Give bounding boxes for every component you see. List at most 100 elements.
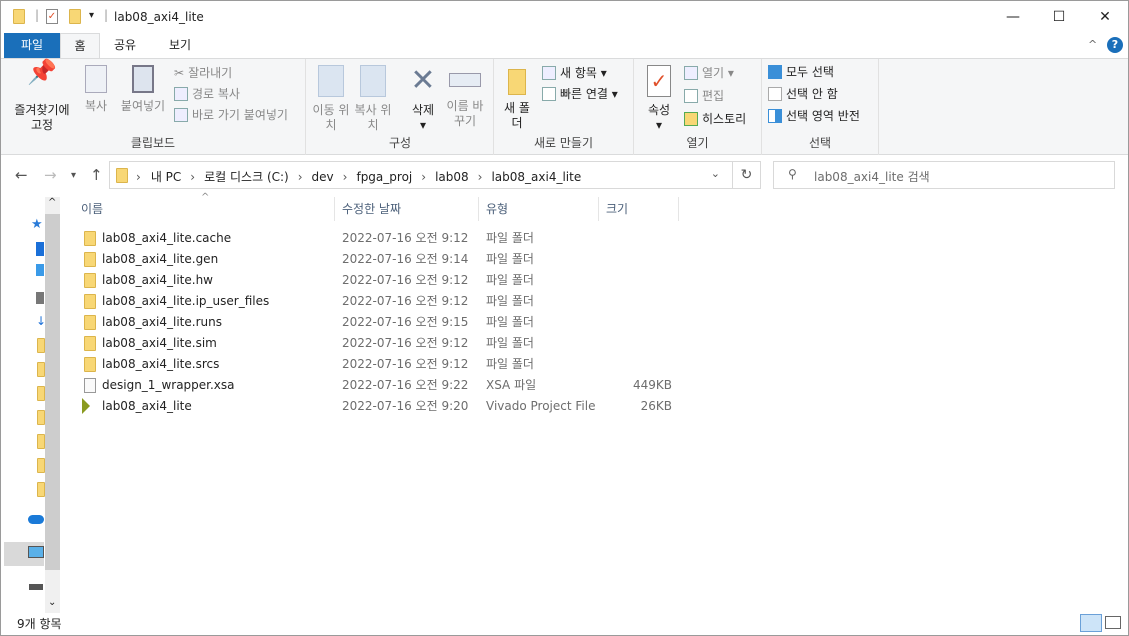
group-clipboard: 📌 즐겨찾기에 고정 복사 붙여넣기 ✂ 잘라내기 경로 복사 바로 가기 붙여넣기… [1, 59, 306, 155]
file-type: 파일 폴더 [486, 231, 534, 245]
folder-icon[interactable] [37, 362, 45, 377]
chevron-right-icon[interactable]: › [478, 170, 483, 184]
file-row[interactable]: lab08_axi4_lite.srcs 2022-07-16 오전 9:12 … [79, 354, 679, 375]
move-to-button[interactable]: 이동 위치 [311, 59, 351, 133]
chevron-right-icon[interactable]: › [298, 170, 303, 184]
folder-icon[interactable] [37, 338, 45, 353]
properties-button[interactable]: ✓ 속성 ▾ [640, 59, 678, 133]
open-button[interactable]: 열기 ▾ [684, 63, 734, 83]
file-row[interactable]: lab08_axi4_lite 2022-07-16 오전 9:20 Vivad… [79, 396, 679, 417]
file-row[interactable]: lab08_axi4_lite.hw 2022-07-16 오전 9:12 파일… [79, 270, 679, 291]
chevron-right-icon[interactable]: › [343, 170, 348, 184]
select-all-button[interactable]: 모두 선택 [768, 62, 834, 82]
scrollbar-thumb[interactable] [45, 214, 60, 570]
rename-button[interactable]: 이름 바꾸기 [445, 59, 485, 129]
refresh-button[interactable]: ↻ [733, 161, 761, 189]
new-folder-icon[interactable] [69, 9, 81, 24]
divider: | [35, 8, 40, 22]
address-bar[interactable]: › 내 PC › 로컬 디스크 (C:) › dev › fpga_proj › lab08 › la… [109, 161, 733, 189]
scrollbar[interactable]: ^ ⌄ [45, 197, 60, 613]
file-row[interactable]: lab08_axi4_lite.runs 2022-07-16 오전 9:15 … [79, 312, 679, 333]
tab-file[interactable]: 파일 [4, 33, 60, 58]
downloads-icon[interactable] [36, 264, 44, 276]
recent-locations-button[interactable]: ▾ [71, 170, 76, 181]
tab-home[interactable]: 홈 [60, 33, 100, 59]
scroll-down-icon[interactable]: ⌄ [48, 597, 56, 608]
easy-access-icon [542, 87, 556, 101]
column-header-name[interactable]: 이름 [81, 197, 335, 221]
edit-button[interactable]: 편집 [684, 86, 724, 106]
forward-button[interactable]: → [44, 166, 57, 184]
collapse-ribbon-icon[interactable]: ^ [1088, 38, 1097, 51]
search-input[interactable]: lab08_axi4_lite 검색 [814, 168, 930, 185]
chevron-right-icon[interactable]: › [421, 170, 426, 184]
copy-to-icon [360, 65, 386, 97]
file-type: 파일 폴더 [486, 336, 534, 350]
search-box[interactable]: ⚲ lab08_axi4_lite 검색 [773, 161, 1115, 189]
invert-selection-button[interactable]: 선택 영역 반전 [768, 106, 860, 126]
file-size: 449KB [632, 378, 672, 392]
paste-shortcut-button[interactable]: 바로 가기 붙여넣기 [174, 105, 288, 125]
maximize-button[interactable]: ☐ [1036, 1, 1082, 33]
copy-button[interactable]: 복사 [79, 59, 113, 114]
minimize-button[interactable]: — [990, 1, 1036, 33]
drive-icon[interactable] [29, 584, 43, 590]
chevron-right-icon[interactable]: › [190, 170, 195, 184]
breadcrumb-item[interactable]: 로컬 디스크 (C:) [204, 170, 289, 184]
folder-icon[interactable] [37, 458, 45, 473]
file-row[interactable]: design_1_wrapper.xsa 2022-07-16 오전 9:22 … [79, 375, 679, 396]
easy-access-button[interactable]: 빠른 연결 ▾ [542, 84, 618, 104]
folder-icon [84, 357, 96, 372]
documents-icon[interactable] [36, 292, 44, 304]
history-button[interactable]: 히스토리 [684, 109, 746, 129]
quick-access-icon[interactable]: ★ [31, 217, 43, 232]
group-label: 클립보드 [130, 136, 176, 150]
scroll-up-icon[interactable]: ^ [48, 197, 56, 208]
back-button[interactable]: ← [15, 166, 28, 184]
copy-to-button[interactable]: 복사 위치 [353, 59, 393, 133]
search-icon: ⚲ [788, 167, 797, 181]
new-item-button[interactable]: 새 항목 ▾ [542, 63, 607, 83]
breadcrumb-item[interactable]: fpga_proj [356, 170, 412, 184]
breadcrumb-item[interactable]: dev [312, 170, 334, 184]
file-row[interactable]: lab08_axi4_lite.cache 2022-07-16 오전 9:12… [79, 228, 679, 249]
new-folder-button[interactable]: 새 폴더 [500, 59, 534, 131]
help-icon[interactable]: ? [1107, 37, 1123, 53]
file-icon [84, 378, 96, 393]
column-header-type[interactable]: 유형 [486, 197, 599, 221]
pin-quick-access-button[interactable]: 📌 즐겨찾기에 고정 [7, 59, 77, 133]
large-icons-view-button[interactable] [1105, 616, 1121, 629]
folder-icon[interactable] [37, 482, 45, 497]
file-type: XSA 파일 [486, 378, 537, 392]
folder-icon[interactable] [37, 434, 45, 449]
copy-path-button[interactable]: 경로 복사 [174, 84, 240, 104]
cut-button[interactable]: ✂ 잘라내기 [174, 63, 232, 83]
tab-view[interactable]: 보기 [157, 33, 203, 58]
folder-icon[interactable] [37, 410, 45, 425]
file-row[interactable]: lab08_axi4_lite.sim 2022-07-16 오전 9:12 파… [79, 333, 679, 354]
up-button[interactable]: ↑ [90, 166, 103, 184]
breadcrumb-item[interactable]: lab08_axi4_lite [491, 170, 581, 184]
desktop-icon[interactable] [36, 242, 44, 256]
close-button[interactable]: ✕ [1082, 1, 1128, 33]
tab-share[interactable]: 공유 [103, 33, 147, 58]
customize-quick-access-icon[interactable]: ▾ [89, 10, 94, 21]
select-none-button[interactable]: 선택 안 함 [768, 84, 838, 104]
column-header-date[interactable]: 수정한 날짜 [342, 197, 479, 221]
folder-icon[interactable] [37, 386, 45, 401]
scissors-icon: ✂ [174, 66, 185, 80]
paste-button[interactable]: 붙여넣기 [117, 59, 169, 114]
properties-icon[interactable]: ✓ [46, 9, 58, 24]
breadcrumb-item[interactable]: 내 PC [151, 170, 181, 184]
delete-button[interactable]: ✕ 삭제 ▾ [403, 59, 443, 133]
breadcrumb-item[interactable]: lab08 [435, 170, 469, 184]
details-view-button[interactable] [1080, 614, 1102, 632]
address-dropdown-icon[interactable]: ⌄ [711, 167, 720, 180]
column-header-size[interactable]: 크기 [606, 197, 679, 221]
file-row[interactable]: lab08_axi4_lite.gen 2022-07-16 오전 9:14 파… [79, 249, 679, 270]
shortcut-icon [174, 108, 188, 122]
onedrive-icon[interactable] [28, 515, 44, 524]
file-row[interactable]: lab08_axi4_lite.ip_user_files 2022-07-16… [79, 291, 679, 312]
group-new: 새 폴더 새 항목 ▾ 빠른 연결 ▾ 새로 만들기 [494, 59, 634, 155]
folder-icon [508, 69, 526, 95]
